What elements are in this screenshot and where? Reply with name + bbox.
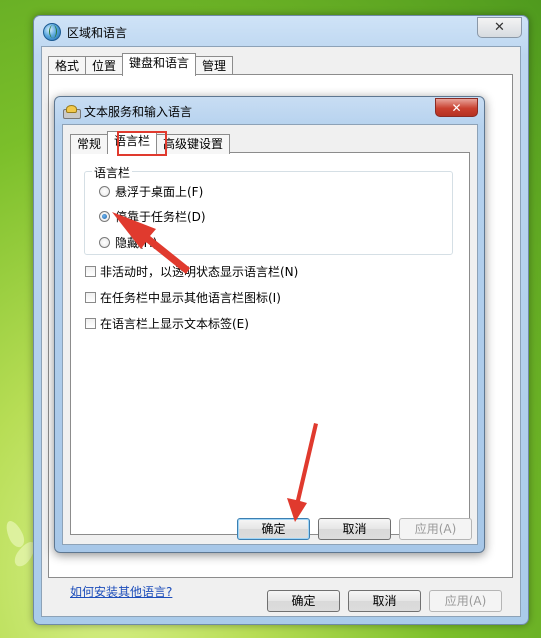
outer-apply-button[interactable]: 应用(A)	[429, 590, 502, 612]
checkbox-label: 在语言栏上显示文本标签(E)	[100, 317, 249, 331]
checkbox-transparent-when-inactive[interactable]: 非活动时，以透明状态显示语言栏(N)	[85, 263, 298, 280]
checkbox-label: 在任务栏中显示其他语言栏图标(I)	[100, 291, 281, 305]
outer-ok-button[interactable]: 确定	[267, 590, 340, 612]
inner-ok-button[interactable]: 确定	[237, 518, 310, 540]
globe-icon	[43, 23, 61, 41]
outer-title-bar: 区域和语言	[43, 23, 127, 41]
radio-docked-in-taskbar[interactable]: 停靠于任务栏(D)	[99, 208, 206, 225]
outer-tab-strip: 格式 位置 键盘和语言 管理	[48, 53, 234, 76]
checkbox-show-text-labels[interactable]: 在语言栏上显示文本标签(E)	[85, 315, 249, 332]
checkbox-label: 非活动时，以透明状态显示语言栏(N)	[100, 265, 299, 279]
language-bar-panel: 语言栏 悬浮于桌面上(F) 停靠于任务栏(D) 隐藏(H) 非活动时，以透明状态…	[70, 152, 470, 535]
tab-keyboards-languages[interactable]: 键盘和语言	[122, 53, 197, 76]
radio-hidden[interactable]: 隐藏(H)	[99, 234, 157, 251]
install-languages-link[interactable]: 如何安装其他语言?	[70, 583, 172, 600]
inner-apply-button[interactable]: 应用(A)	[399, 518, 472, 540]
annotation-highlight-box	[117, 131, 167, 156]
radio-label: 停靠于任务栏(D)	[115, 210, 206, 224]
outer-window-title: 区域和语言	[67, 25, 128, 40]
radio-button-checked[interactable]	[99, 211, 110, 222]
outer-cancel-button[interactable]: 取消	[348, 590, 421, 612]
inner-cancel-button[interactable]: 取消	[318, 518, 391, 540]
radio-float-on-desktop[interactable]: 悬浮于桌面上(F)	[99, 183, 203, 200]
radio-button[interactable]	[99, 237, 110, 248]
text-services-dialog: 文本服务和输入语言 ✕ 常规 语言栏 高级键设置 语言栏 悬浮于桌面上(F) 停…	[54, 96, 485, 553]
inner-title-bar: 文本服务和输入语言	[63, 103, 192, 120]
radio-label: 悬浮于桌面上(F)	[115, 185, 204, 199]
checkbox[interactable]	[85, 266, 96, 277]
tab-location[interactable]: 位置	[85, 56, 124, 76]
checkbox-show-additional-icons[interactable]: 在任务栏中显示其他语言栏图标(I)	[85, 289, 281, 306]
checkbox[interactable]	[85, 292, 96, 303]
language-bar-group: 语言栏 悬浮于桌面上(F) 停靠于任务栏(D) 隐藏(H)	[84, 164, 453, 255]
outer-close-button[interactable]: ✕	[477, 17, 522, 38]
inner-close-button[interactable]: ✕	[435, 98, 478, 117]
checkbox[interactable]	[85, 318, 96, 329]
tab-advanced-key-settings[interactable]: 高级键设置	[156, 134, 231, 154]
inner-client-area: 常规 语言栏 高级键设置 语言栏 悬浮于桌面上(F) 停靠于任务栏(D) 隐藏(…	[62, 124, 478, 545]
radio-button[interactable]	[99, 186, 110, 197]
keyboard-icon	[63, 105, 81, 119]
tab-general[interactable]: 常规	[70, 134, 109, 154]
tab-formats[interactable]: 格式	[48, 56, 87, 76]
radio-label: 隐藏(H)	[115, 236, 158, 250]
inner-dialog-title: 文本服务和输入语言	[84, 105, 193, 119]
tab-administrative[interactable]: 管理	[195, 56, 234, 76]
group-title: 语言栏	[92, 164, 133, 181]
